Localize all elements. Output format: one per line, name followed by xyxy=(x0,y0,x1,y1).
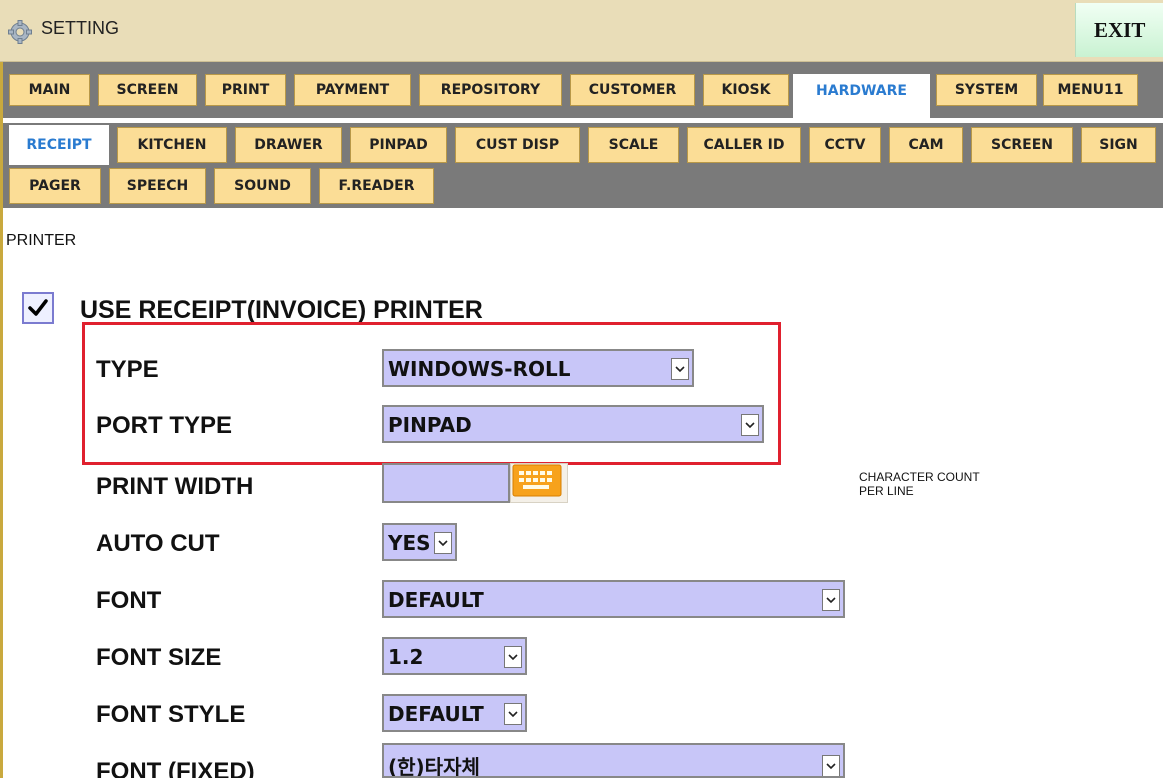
font-value: DEFAULT xyxy=(388,588,484,612)
font-label: FONT xyxy=(96,587,162,614)
subtab-speech[interactable]: SPEECH xyxy=(109,168,206,204)
highlight-box xyxy=(82,322,781,465)
subtab-cust-disp[interactable]: CUST DISP xyxy=(455,127,580,163)
subtab-f-reader[interactable]: F.READER xyxy=(319,168,434,204)
tab-hardware[interactable]: HARDWARE xyxy=(793,74,930,118)
tab-repository[interactable]: REPOSITORY xyxy=(419,74,562,106)
auto-cut-select[interactable]: YES xyxy=(382,523,457,561)
sub-tab-bar: RECEIPT KITCHEN DRAWER PINPAD CUST DISP … xyxy=(3,118,1163,208)
checkmark-icon xyxy=(28,299,48,316)
use-printer-checkbox[interactable] xyxy=(22,292,54,324)
font-fixed-label: FONT (FIXED) xyxy=(96,758,255,778)
subtab-receipt[interactable]: RECEIPT xyxy=(9,125,109,165)
font-style-value: DEFAULT xyxy=(388,702,484,726)
tab-menu11[interactable]: MENU11 xyxy=(1043,74,1138,106)
print-width-hint: CHARACTER COUNT PER LINE xyxy=(859,470,980,498)
subtab-scale[interactable]: SCALE xyxy=(588,127,679,163)
font-select[interactable]: DEFAULT xyxy=(382,580,845,618)
subtab-screen[interactable]: SCREEN xyxy=(971,127,1073,163)
subtab-sign[interactable]: SIGN xyxy=(1081,127,1156,163)
exit-button[interactable]: EXIT xyxy=(1075,3,1163,57)
keyboard-button[interactable] xyxy=(510,463,568,503)
subtab-kitchen[interactable]: KITCHEN xyxy=(117,127,227,163)
use-printer-label: USE RECEIPT(INVOICE) PRINTER xyxy=(80,296,483,324)
font-style-select[interactable]: DEFAULT xyxy=(382,694,527,732)
tab-screen[interactable]: SCREEN xyxy=(98,74,197,106)
chevron-down-icon xyxy=(822,589,840,611)
font-size-select[interactable]: 1.2 xyxy=(382,637,527,675)
font-size-value: 1.2 xyxy=(388,645,424,669)
subtab-pager[interactable]: PAGER xyxy=(9,168,101,204)
subtab-drawer[interactable]: DRAWER xyxy=(235,127,342,163)
title-bar: SETTING EXIT xyxy=(0,0,1163,62)
chevron-down-icon xyxy=(822,755,840,776)
section-title: PRINTER xyxy=(6,232,77,249)
font-fixed-value: (한)타자체 xyxy=(388,755,480,778)
subtab-caller-id[interactable]: CALLER ID xyxy=(687,127,801,163)
font-size-label: FONT SIZE xyxy=(96,644,222,671)
print-width-input[interactable] xyxy=(382,463,510,503)
keyboard-icon xyxy=(512,464,562,497)
chevron-down-icon xyxy=(504,703,522,725)
print-width-label: PRINT WIDTH xyxy=(96,473,254,500)
chevron-down-icon xyxy=(504,646,522,668)
tab-main[interactable]: MAIN xyxy=(9,74,90,106)
gear-icon xyxy=(8,20,32,44)
tab-system[interactable]: SYSTEM xyxy=(936,74,1037,106)
tab-kiosk[interactable]: KIOSK xyxy=(703,74,789,106)
auto-cut-value: YES xyxy=(388,531,431,555)
subtab-pinpad[interactable]: PINPAD xyxy=(350,127,447,163)
subtab-sound[interactable]: SOUND xyxy=(214,168,311,204)
subtab-cctv[interactable]: CCTV xyxy=(809,127,881,163)
window-title: SETTING xyxy=(41,18,120,38)
font-style-label: FONT STYLE xyxy=(96,701,246,728)
font-fixed-select[interactable]: (한)타자체 xyxy=(382,743,845,778)
auto-cut-label: AUTO CUT xyxy=(96,530,220,557)
tab-payment[interactable]: PAYMENT xyxy=(294,74,411,106)
main-tab-bar: MAIN SCREEN PRINT PAYMENT REPOSITORY CUS… xyxy=(3,62,1163,118)
tab-print[interactable]: PRINT xyxy=(205,74,286,106)
tab-customer[interactable]: CUSTOMER xyxy=(570,74,695,106)
subtab-cam[interactable]: CAM xyxy=(889,127,963,163)
chevron-down-icon xyxy=(434,532,452,554)
